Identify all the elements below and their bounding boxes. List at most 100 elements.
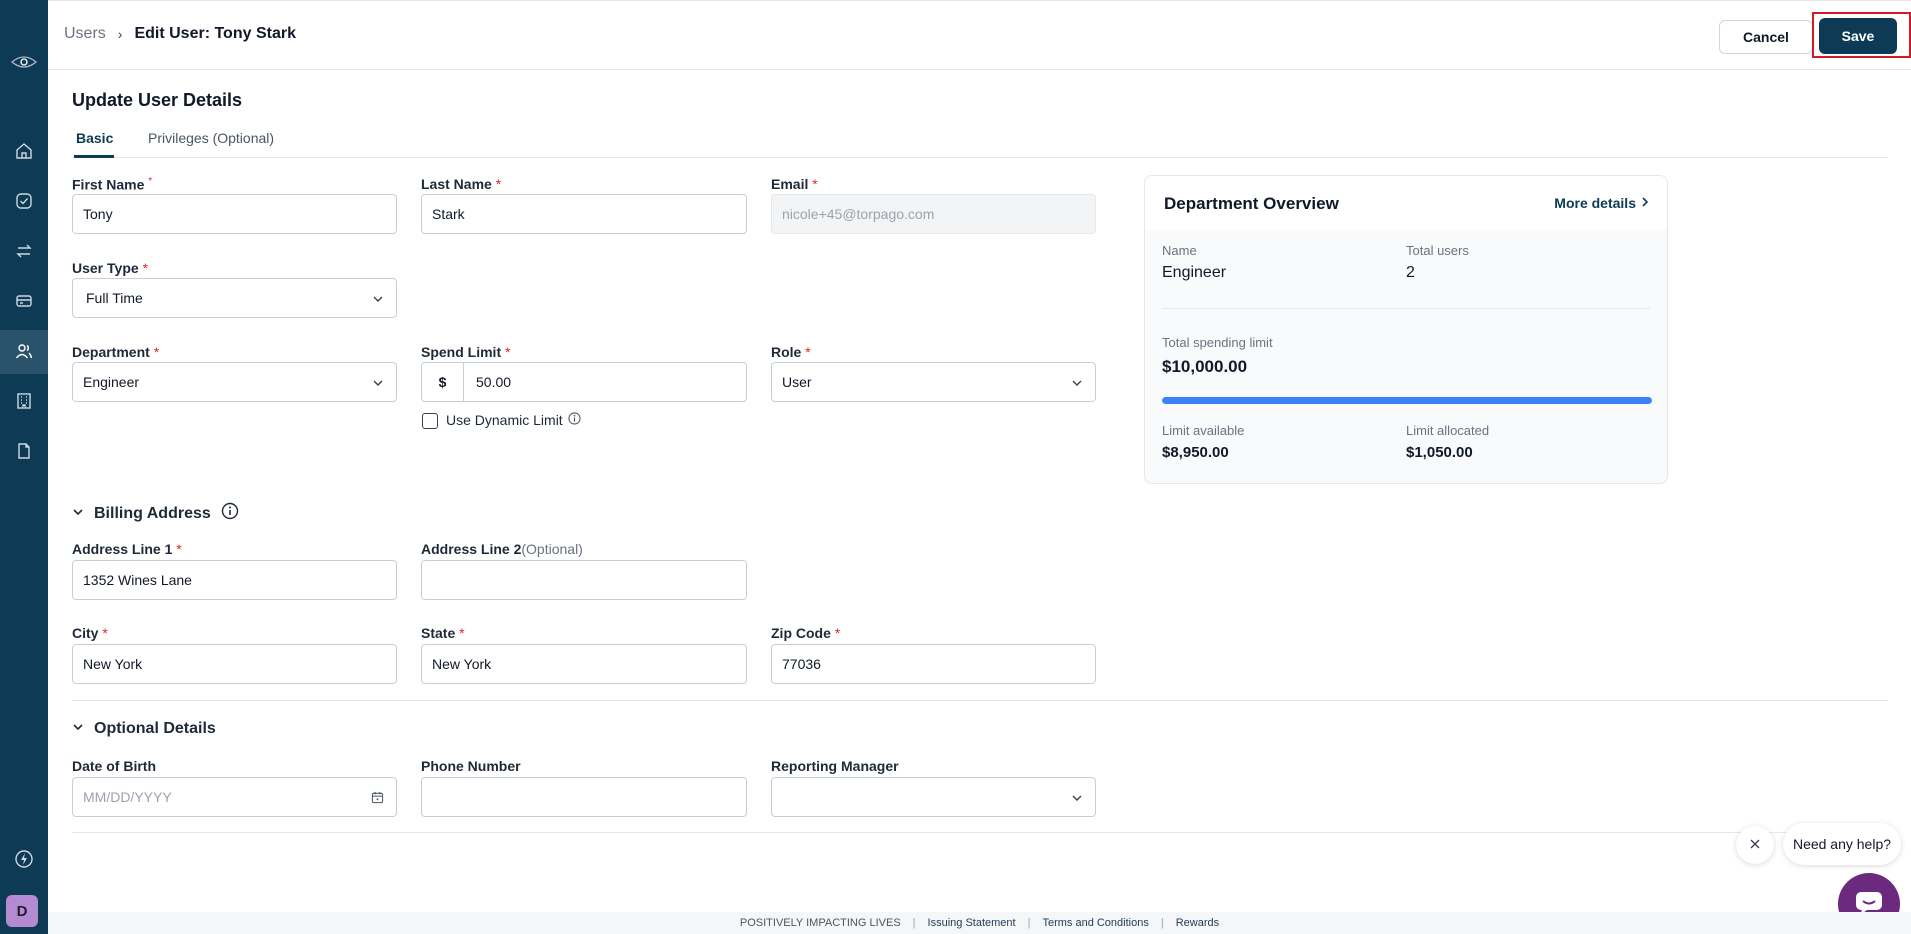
sidebar-item-home[interactable]: [0, 130, 48, 174]
department-label: Department *: [72, 344, 160, 360]
department-overview-card: Department Overview More details Name En…: [1144, 175, 1668, 484]
save-button[interactable]: Save: [1819, 18, 1897, 54]
total-users-label: Total users: [1406, 243, 1469, 258]
help-bubble[interactable]: Need any help?: [1783, 823, 1901, 865]
document-icon: [15, 442, 33, 463]
manager-select[interactable]: [771, 777, 1096, 817]
last-name-input[interactable]: Stark: [421, 194, 747, 234]
address2-input[interactable]: [421, 560, 747, 600]
section-divider: [72, 832, 1888, 833]
dept-name-value: Engineer: [1162, 264, 1227, 281]
address1-input[interactable]: 1352 Wines Lane: [72, 560, 397, 600]
sidebar-item-documents[interactable]: [0, 430, 48, 474]
footer-separator: |: [912, 917, 916, 929]
dynamic-limit-checkbox[interactable]: [422, 413, 438, 429]
optional-details-title: Optional Details: [94, 720, 216, 737]
phone-input[interactable]: [421, 777, 747, 817]
address2-label: Address Line 2(Optional): [421, 541, 583, 557]
optional-details-header[interactable]: Optional Details: [72, 720, 216, 738]
breadcrumb: Users › Edit User: Tony Stark: [64, 25, 296, 43]
section-divider: [72, 700, 1888, 701]
info-icon[interactable]: [568, 412, 581, 428]
dynamic-limit-label: Use Dynamic Limit: [446, 412, 581, 428]
department-overview-header: Department Overview More details: [1145, 176, 1667, 230]
state-label: State *: [421, 625, 465, 641]
card-icon: [15, 292, 33, 313]
sidebar-item-cards[interactable]: [0, 280, 48, 324]
chevron-down-icon: [1071, 791, 1083, 807]
transfer-icon: [15, 242, 33, 263]
dob-label: Date of Birth: [72, 758, 156, 774]
state-input[interactable]: New York: [421, 644, 747, 684]
tab-bar: Basic Privileges (Optional): [72, 126, 1888, 158]
sidebar-item-users[interactable]: [0, 330, 48, 374]
sidebar-item-company[interactable]: [0, 380, 48, 424]
first-name-label: First Name *: [72, 176, 153, 193]
footer-link-rewards[interactable]: Rewards: [1176, 917, 1219, 929]
breadcrumb-current: Edit User: Tony Stark: [134, 25, 296, 42]
sidebar: D: [0, 0, 48, 934]
zip-label: Zip Code *: [771, 625, 841, 641]
help-close-button[interactable]: [1736, 826, 1774, 864]
close-icon: [1749, 837, 1761, 853]
role-value: User: [782, 374, 812, 390]
last-name-label: Last Name *: [421, 176, 502, 192]
footer-link-issuing-statement[interactable]: Issuing Statement: [928, 917, 1016, 929]
total-limit-value: $10,000.00: [1162, 357, 1248, 376]
currency-prefix: $: [422, 363, 464, 401]
check-circle-icon: [15, 192, 33, 213]
spending-progress-bar: [1162, 397, 1652, 404]
city-input[interactable]: New York: [72, 644, 397, 684]
calendar-icon[interactable]: [371, 791, 384, 807]
logo-icon[interactable]: [6, 50, 42, 74]
chevron-down-icon: [372, 292, 384, 308]
spend-limit-value: 50.00: [476, 374, 512, 390]
sidebar-item-tasks[interactable]: [0, 180, 48, 224]
tab-basic[interactable]: Basic: [76, 130, 113, 146]
billing-address-header[interactable]: Billing Address: [72, 502, 239, 525]
chevron-down-icon: [1071, 376, 1083, 392]
top-header: Users › Edit User: Tony Stark Cancel: [48, 0, 1911, 70]
total-users-value: 2: [1406, 264, 1415, 281]
sidebar-item-transfers[interactable]: [0, 230, 48, 274]
info-icon[interactable]: [221, 502, 239, 525]
phone-label: Phone Number: [421, 758, 521, 774]
breadcrumb-users-link[interactable]: Users: [64, 25, 106, 43]
email-label: Email *: [771, 176, 818, 192]
more-details-link[interactable]: More details: [1554, 195, 1649, 211]
cancel-button[interactable]: Cancel: [1719, 20, 1813, 54]
limit-available-label: Limit available: [1162, 423, 1245, 438]
department-overview-title: Department Overview: [1164, 194, 1339, 213]
manager-label: Reporting Manager: [771, 758, 899, 774]
department-select[interactable]: Engineer: [72, 362, 397, 402]
active-tab-indicator: [74, 155, 114, 158]
chevron-down-icon: [72, 505, 84, 523]
home-icon: [15, 142, 33, 163]
building-icon: [15, 392, 33, 413]
page-title: Update User Details: [72, 90, 243, 110]
tab-privileges[interactable]: Privileges (Optional): [148, 130, 274, 146]
avatar[interactable]: D: [6, 895, 38, 927]
chevron-down-icon: [72, 720, 84, 738]
footer-separator: |: [1027, 917, 1031, 929]
billing-address-title: Billing Address: [94, 504, 211, 522]
user-type-label: User Type *: [72, 260, 149, 276]
sidebar-item-quick-action[interactable]: [0, 838, 48, 882]
footer-separator: |: [1160, 917, 1164, 929]
user-type-select[interactable]: Full Time: [72, 278, 397, 318]
spend-limit-label: Spend Limit *: [421, 344, 511, 360]
limit-allocated-value: $1,050.00: [1406, 444, 1473, 461]
lightning-icon: [14, 849, 34, 872]
address1-label: Address Line 1 *: [72, 541, 182, 557]
spend-limit-input[interactable]: $ 50.00: [421, 362, 747, 402]
zip-input[interactable]: 77036: [771, 644, 1096, 684]
dob-input[interactable]: MM/DD/YYYY: [72, 777, 397, 817]
limit-available-value: $8,950.00: [1162, 444, 1229, 461]
first-name-input[interactable]: Tony: [72, 194, 397, 234]
role-select[interactable]: User: [771, 362, 1096, 402]
chevron-right-icon: ›: [117, 26, 123, 42]
city-label: City *: [72, 625, 108, 641]
limit-allocated-label: Limit allocated: [1406, 423, 1490, 438]
card-divider: [1162, 308, 1650, 309]
footer-link-terms[interactable]: Terms and Conditions: [1042, 917, 1148, 929]
